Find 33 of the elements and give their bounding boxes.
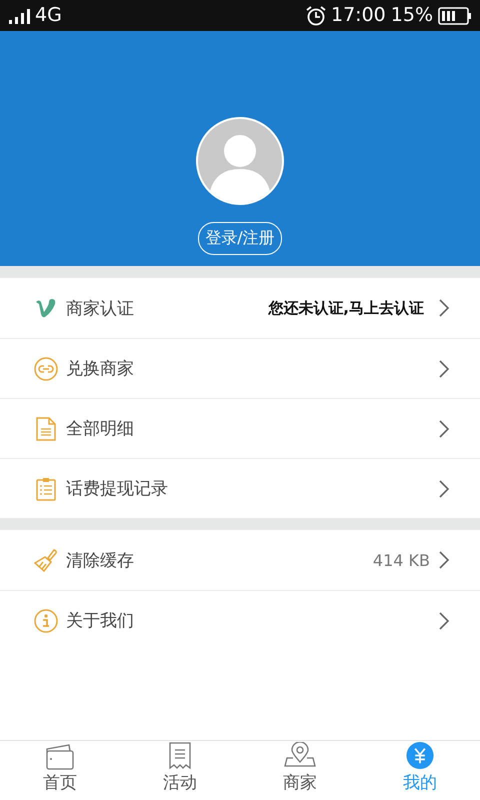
tab[interactable]: 活动 [120, 741, 240, 800]
menu-label: 全部明细 [66, 418, 134, 440]
menu-value: 您还未认证,马上去认证 [268, 298, 424, 318]
tab[interactable]: 首页 [0, 741, 120, 800]
link-circle-icon [34, 356, 58, 380]
clipboard-icon [36, 476, 56, 500]
battery-percent: 15% [390, 6, 433, 25]
receipt-icon [168, 742, 192, 770]
chevron-right-icon [438, 478, 450, 498]
chevron-right-icon [438, 418, 450, 438]
wallet-icon [45, 744, 75, 770]
login-register-button[interactable]: 登录/注册 [198, 222, 282, 255]
info-icon [34, 608, 58, 632]
menu-label: 清除缓存 [66, 550, 134, 572]
avatar-icon [196, 117, 284, 205]
menu-label: 兑换商家 [66, 358, 134, 380]
v-logo-icon [35, 298, 57, 318]
clock-time: 17:00 [331, 6, 386, 25]
network-label: 4G [35, 6, 62, 25]
signal-icon [8, 8, 30, 24]
battery-icon [438, 6, 472, 24]
brush-icon [34, 548, 58, 572]
chevron-right-icon [438, 550, 450, 570]
chevron-right-icon [438, 358, 450, 378]
menu-label: 关于我们 [66, 610, 134, 632]
chevron-right-icon [438, 610, 450, 630]
menu-value: 414 KB [372, 550, 430, 570]
alarm-icon [306, 6, 326, 26]
document-icon [36, 416, 56, 440]
menu-label: 商家认证 [66, 298, 134, 320]
tab[interactable]: 商家 [240, 741, 360, 800]
menu-label: 话费提现记录 [66, 478, 168, 500]
chevron-right-icon [438, 298, 450, 318]
